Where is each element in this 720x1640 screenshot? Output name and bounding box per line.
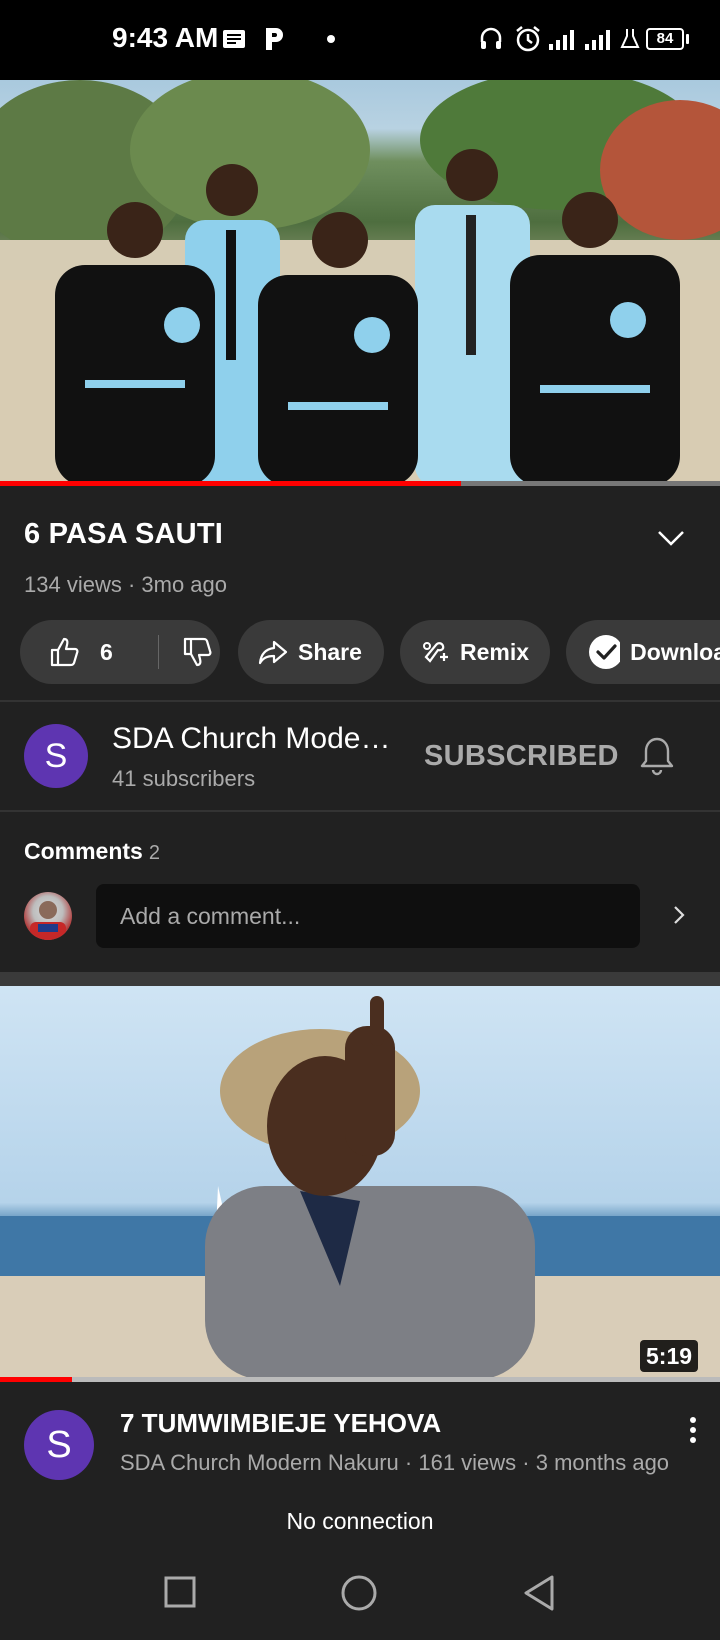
share-icon	[258, 640, 288, 665]
connection-toast: No connection	[0, 1506, 720, 1542]
dot-icon	[327, 35, 335, 43]
comments-heading[interactable]: Comments 2	[24, 838, 160, 865]
add-comment-input[interactable]: Add a comment...	[96, 884, 640, 948]
back-icon[interactable]	[522, 1574, 556, 1612]
status-time: 9:43 AM	[112, 22, 219, 53]
video-meta: 134 views · 3mo ago	[24, 572, 227, 597]
chevron-right-icon[interactable]	[672, 904, 686, 926]
home-icon[interactable]	[340, 1574, 378, 1612]
next-video-title[interactable]: 7 TUMWIMBIEJE YEHOVA	[120, 1408, 441, 1439]
download-complete-icon	[589, 635, 621, 669]
thumbs-down-icon	[183, 637, 212, 667]
video-player[interactable]	[0, 80, 720, 486]
bell-icon[interactable]	[640, 736, 674, 776]
remix-button[interactable]: Remix	[400, 620, 550, 684]
battery-icon: 84	[646, 28, 684, 50]
share-button[interactable]: Share	[238, 620, 384, 684]
channel-subscribers: 41 subscribers	[112, 766, 256, 791]
video-duration-badge: 5:19	[640, 1340, 699, 1372]
dislike-button[interactable]	[159, 636, 213, 668]
news-icon	[223, 30, 245, 48]
next-video-channel-avatar[interactable]: S	[24, 1410, 94, 1480]
status-bar: 9:43 AM 84	[0, 0, 720, 80]
comments-label: Comments	[24, 838, 143, 864]
divider	[0, 810, 720, 812]
watch-progress-fill	[0, 1377, 72, 1382]
subscribe-button[interactable]: SUBSCRIBED	[424, 740, 619, 773]
chevron-down-icon[interactable]	[656, 528, 686, 548]
next-video-thumbnail[interactable]	[0, 986, 720, 1380]
thumbs-up-icon	[50, 637, 79, 667]
like-button[interactable]: 6	[20, 636, 158, 668]
user-avatar-image	[30, 901, 66, 940]
video-frame-image	[0, 80, 720, 486]
share-label: Share	[298, 638, 362, 665]
thumbnail-image	[0, 996, 720, 1380]
channel-avatar[interactable]: S	[24, 724, 88, 788]
alarm-icon	[516, 26, 540, 52]
recents-icon[interactable]	[164, 1576, 196, 1608]
like-dislike-pill: 6	[20, 620, 220, 684]
signal-icon	[549, 30, 574, 50]
more-vert-icon[interactable]	[688, 1416, 698, 1444]
download-button[interactable]: Downloa	[566, 620, 720, 684]
section-divider	[0, 972, 720, 986]
video-title[interactable]: 6 PASA SAUTI	[24, 518, 223, 551]
remix-icon	[423, 642, 448, 663]
battery-nub	[686, 34, 689, 44]
divider	[0, 700, 720, 702]
user-avatar	[24, 892, 72, 940]
download-label: Downloa	[630, 638, 720, 665]
lab-icon	[620, 29, 640, 48]
p-app-icon	[266, 28, 283, 50]
system-nav-bar	[0, 1540, 720, 1640]
player-progress-fill	[0, 481, 461, 486]
signal-icon	[585, 30, 610, 50]
channel-name[interactable]: SDA Church Mode…	[112, 722, 390, 756]
remix-label: Remix	[460, 638, 530, 665]
comments-count: 2	[148, 842, 160, 864]
watch-progress-track	[72, 1377, 720, 1382]
headphones-icon	[480, 27, 502, 49]
next-video-meta: SDA Church Modern Nakuru · 161 views · 3…	[120, 1450, 670, 1475]
like-count: 6	[100, 638, 113, 665]
